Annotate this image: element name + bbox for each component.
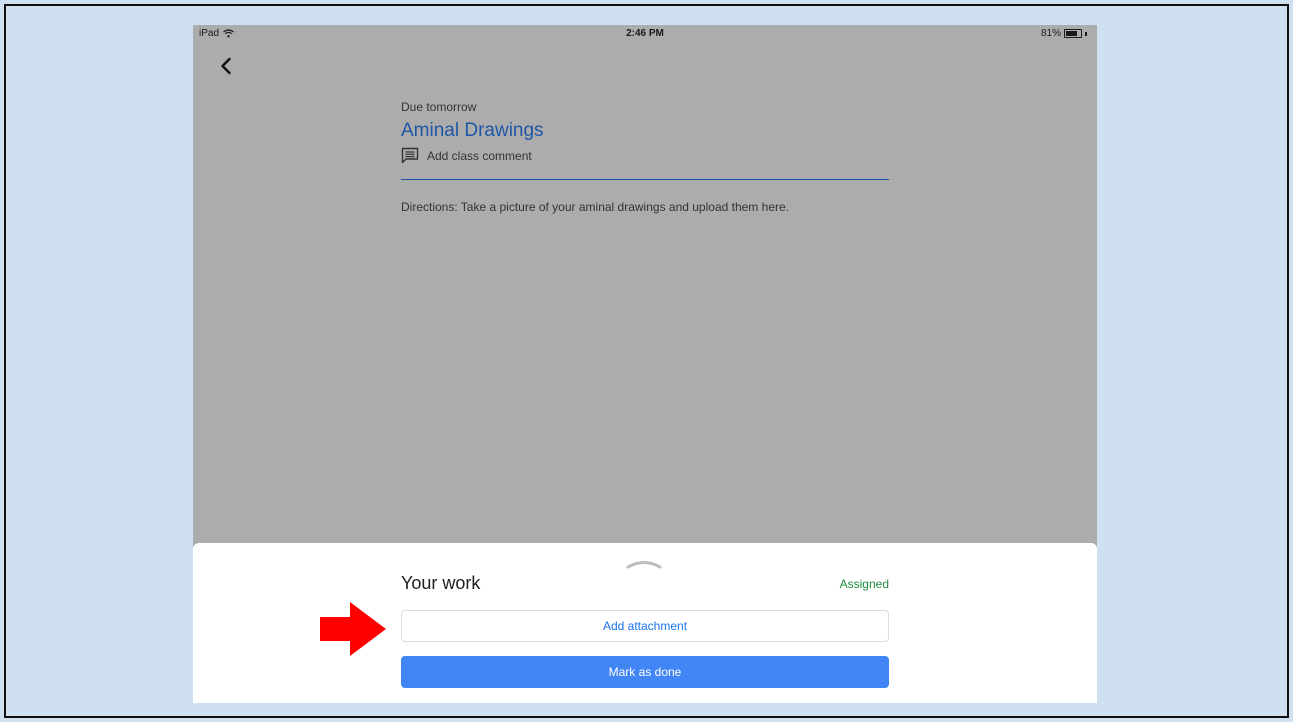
back-chevron-icon (221, 57, 231, 75)
mark-as-done-button[interactable]: Mark as done (401, 656, 889, 688)
your-work-heading: Your work (401, 573, 481, 593)
battery-icon (1064, 29, 1082, 38)
status-right: 81% (1041, 28, 1087, 39)
status-time: 2:46 PM (626, 28, 664, 39)
status-badge: Assigned (839, 577, 889, 591)
assignment-title: Aminal Drawings (401, 120, 544, 141)
due-date: Due tomorrow (401, 100, 477, 114)
sheet-handle-icon (626, 561, 662, 569)
add-class-comment-button[interactable]: Add class comment (401, 147, 889, 164)
sheet-handle[interactable] (624, 557, 664, 569)
add-attachment-button[interactable]: Add attachment (401, 610, 889, 642)
comment-label: Add class comment (427, 148, 532, 163)
title-divider (401, 179, 889, 180)
assignment-details: Due tomorrow Aminal Drawings Add class c… (401, 100, 889, 214)
status-bar: iPad 2:46 PM 81% (193, 25, 1097, 43)
back-button[interactable] (215, 55, 239, 79)
battery-percent: 81% (1040, 28, 1061, 39)
red-arrow-icon (320, 602, 386, 656)
battery-tip (1085, 31, 1087, 36)
battery-level (1066, 31, 1077, 36)
assignment-directions: Directions: Take a picture of your amina… (401, 200, 789, 214)
comment-icon (401, 147, 419, 164)
